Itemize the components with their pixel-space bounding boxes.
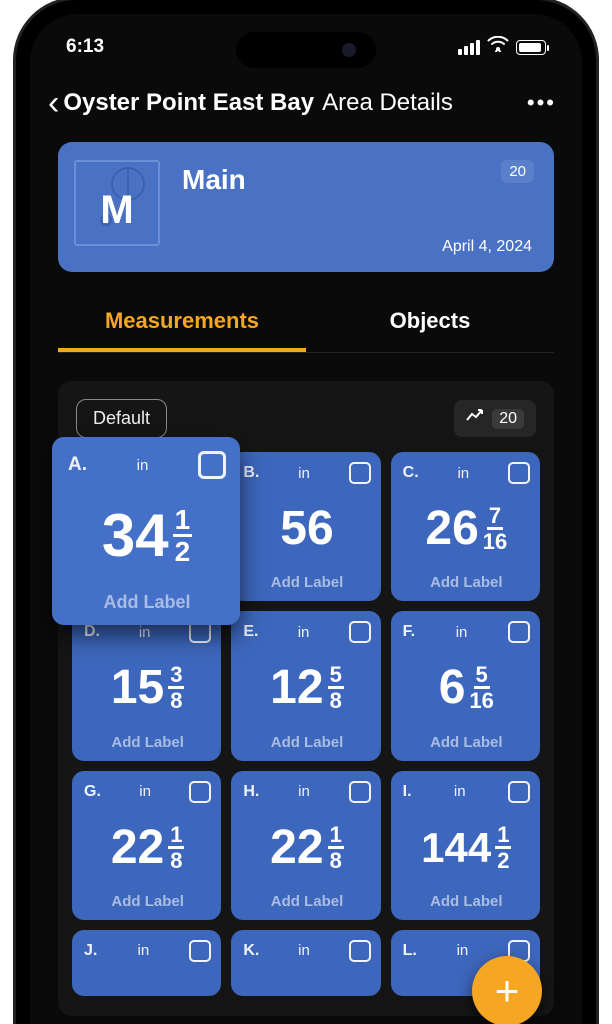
measurement-card-f[interactable]: F. in 6 516 Add Label — [391, 611, 540, 760]
measurement-unit: in — [454, 783, 466, 800]
measurement-letter: G. — [84, 783, 101, 801]
area-card[interactable]: M Main 20 April 4, 2024 — [58, 142, 554, 272]
add-label-button[interactable]: Add Label — [84, 893, 211, 912]
measurement-unit: in — [137, 942, 149, 959]
measurement-unit: in — [139, 624, 151, 641]
measurement-card-e[interactable]: E. in 12 58 Add Label — [231, 611, 380, 760]
measurement-unit: in — [298, 783, 310, 800]
add-label-button[interactable]: Add Label — [403, 893, 530, 912]
measurement-card-d[interactable]: D. in 15 38 Add Label — [72, 611, 221, 760]
measurement-letter: I. — [403, 783, 412, 801]
measurement-card-c[interactable]: C. in 26 716 Add Label — [391, 452, 540, 601]
cellular-icon — [458, 40, 480, 55]
measurement-checkbox[interactable] — [508, 621, 530, 643]
measurement-checkbox[interactable] — [349, 462, 371, 484]
measurement-unit: in — [298, 624, 310, 641]
measurement-card-g[interactable]: G. in 22 18 Add Label — [72, 771, 221, 920]
add-label-button[interactable]: Add Label — [403, 574, 530, 593]
nav-bar: ‹ Oyster Point East Bay Area Details ••• — [30, 70, 582, 134]
area-date: April 4, 2024 — [442, 238, 532, 256]
measurement-unit: in — [457, 465, 469, 482]
more-menu-button[interactable]: ••• — [527, 90, 562, 116]
dynamic-island — [236, 32, 376, 68]
measurement-whole: 15 — [111, 664, 164, 712]
add-label-button[interactable]: Add Label — [84, 734, 211, 753]
measurement-whole: 12 — [270, 664, 323, 712]
measurement-checkbox[interactable] — [349, 940, 371, 962]
measurement-unit: in — [456, 624, 468, 641]
measurement-checkbox[interactable] — [349, 781, 371, 803]
measurement-card-a[interactable]: A. in 34 1 2 Add Label — [52, 437, 240, 625]
chart-icon — [466, 408, 484, 429]
page-title: Area Details — [322, 89, 527, 117]
measurement-unit: in — [298, 942, 310, 959]
tab-objects[interactable]: Objects — [306, 294, 554, 352]
measurement-whole: 144 — [421, 827, 491, 869]
measurement-whole: 34 — [102, 506, 169, 566]
measurement-checkbox[interactable] — [508, 781, 530, 803]
measurement-card-i[interactable]: I. in 144 12 Add Label — [391, 771, 540, 920]
add-label-button[interactable]: Add Label — [403, 734, 530, 753]
add-label-button[interactable]: Add Label — [243, 893, 370, 912]
measurement-card-b[interactable]: B. in 56 Add Label — [231, 452, 380, 601]
measurement-checkbox[interactable] — [189, 940, 211, 962]
measurement-checkbox[interactable] — [198, 451, 226, 479]
battery-icon — [516, 40, 546, 55]
measurement-letter: L. — [403, 942, 417, 960]
measurement-unit: in — [298, 465, 310, 482]
stats-button[interactable]: 20 — [454, 400, 536, 437]
measurement-unit: in — [457, 942, 469, 959]
measurement-unit: in — [139, 783, 151, 800]
tab-measurements[interactable]: Measurements — [58, 294, 306, 352]
area-name: Main — [182, 164, 534, 196]
area-initial: M — [100, 188, 133, 233]
measurement-whole: 6 — [439, 664, 466, 712]
area-count-badge: 20 — [501, 160, 534, 183]
measurements-panel: Default 20 A. in 34 1 — [58, 381, 554, 1016]
tab-bar: Measurements Objects — [58, 294, 554, 353]
measurement-card-h[interactable]: H. in 22 18 Add Label — [231, 771, 380, 920]
measurement-letter: J. — [84, 942, 97, 960]
status-time: 6:13 — [66, 36, 104, 58]
measurement-letter: C. — [403, 464, 419, 482]
measurement-letter: B. — [243, 464, 259, 482]
back-button[interactable]: ‹ — [40, 86, 63, 120]
nav-back-title[interactable]: Oyster Point East Bay — [63, 89, 314, 117]
measurement-checkbox[interactable] — [349, 621, 371, 643]
measurement-letter: A. — [68, 454, 87, 476]
add-measurement-fab[interactable]: + — [472, 956, 542, 1024]
measurement-whole: 22 — [270, 824, 323, 872]
measurement-checkbox[interactable] — [189, 781, 211, 803]
measurement-whole: 22 — [111, 824, 164, 872]
measurement-letter: F. — [403, 623, 415, 641]
measurement-whole: 56 — [280, 505, 333, 553]
measurement-letter: D. — [84, 623, 100, 641]
default-filter-button[interactable]: Default — [76, 399, 167, 438]
measurement-card-k[interactable]: K. in — [231, 930, 380, 996]
measurement-letter: E. — [243, 623, 258, 641]
measurement-whole: 26 — [425, 505, 478, 553]
measurement-fraction: 1 2 — [173, 506, 193, 566]
measurement-checkbox[interactable] — [508, 462, 530, 484]
stats-count: 20 — [492, 409, 524, 429]
measurement-card-j[interactable]: J. in — [72, 930, 221, 996]
wifi-icon — [487, 36, 509, 58]
measurement-letter: K. — [243, 942, 259, 960]
measurement-letter: H. — [243, 783, 259, 801]
area-thumbnail: M — [74, 160, 160, 246]
add-label-button[interactable]: Add Label — [68, 592, 226, 615]
add-label-button[interactable]: Add Label — [243, 734, 370, 753]
measurement-unit: in — [137, 457, 149, 474]
add-label-button[interactable]: Add Label — [243, 574, 370, 593]
